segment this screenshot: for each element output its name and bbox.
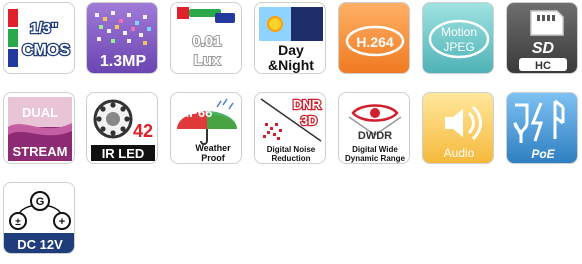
lux-unit-text: Lux (194, 52, 221, 69)
sun-icon (267, 16, 283, 32)
hc-text: HC (535, 60, 551, 72)
motion-text: Motion (441, 25, 477, 39)
ground-text: G (36, 196, 45, 208)
cmos-sensor-badge: 1/3" CMOS (3, 2, 75, 74)
motion-jpeg-badge: Motion JPEG (422, 2, 494, 74)
night-text: &Night (268, 57, 314, 73)
wdr-eye-icon: DWDR Digital Wide Dynamic Range (345, 104, 406, 163)
codec-icon: H.264 (345, 25, 405, 57)
sensor-size-text: 1/3" (30, 20, 58, 37)
ir-led-icon: 42 IR LED (91, 99, 155, 161)
power-bolt-icon (553, 99, 565, 139)
speaker-icon: Audio (444, 105, 482, 160)
noise-reduction-icon: DNR 3D Digital Noise Reduction (260, 96, 323, 163)
megapixel-text: 1.3MP (100, 53, 147, 70)
dual-text: DUAL (22, 105, 58, 120)
poe-icon: PoE (513, 99, 565, 161)
audio-badge: Audio (422, 92, 494, 164)
ip66-badge: IP66 Weather Proof (170, 92, 242, 164)
jpeg-text: JPEG (443, 40, 474, 54)
plus-text: + (59, 216, 65, 228)
low-light-icon: 0.01 Lux (177, 7, 235, 70)
poe-badge: PoE (506, 92, 578, 164)
ir-count-text: 42 (133, 121, 153, 141)
dwdr-badge: DWDR Digital Wide Dynamic Range (338, 92, 410, 164)
dwdr-caption-1: Digital Wide (352, 145, 398, 154)
dnr-caption-1: Digital Noise (267, 145, 316, 154)
sd-card-icon: SD HC (519, 10, 567, 72)
audio-text: Audio (444, 146, 475, 160)
dc-power-icon: G ± + DC 12V (4, 191, 74, 253)
dc-voltage-text: DC 12V (17, 237, 63, 252)
pixel-grid-icon: 1.3MP (95, 11, 151, 70)
ethernet-plug-icon (513, 103, 529, 143)
dnr-3d-text: 3D (301, 113, 318, 128)
dnr-badge: DNR 3D Digital Noise Reduction (254, 92, 326, 164)
proof-text: Proof (201, 153, 226, 163)
umbrella-icon: IP66 Weather Proof (177, 98, 237, 163)
ip-rating-text: IP66 (186, 105, 213, 120)
stream-text: STREAM (13, 144, 68, 159)
sdhc-badge: SD HC (506, 2, 578, 74)
mjpeg-icon: Motion JPEG (428, 19, 490, 59)
sd-text: SD (532, 40, 555, 57)
dnr-text: DNR (293, 97, 322, 112)
dc-12v-badge: G ± + DC 12V (3, 182, 75, 254)
poe-text: PoE (531, 147, 555, 161)
low-lux-badge: 0.01 Lux (170, 2, 242, 74)
dual-stream-icon: DUAL STREAM (8, 97, 72, 161)
h264-badge: H.264 (338, 2, 410, 74)
megapixel-badge: 1.3MP (86, 2, 158, 74)
day-night-badge: Day &Night (254, 2, 326, 74)
dual-stream-badge: DUAL STREAM (3, 92, 75, 164)
lux-value-text: 0.01 (192, 33, 221, 50)
day-text: Day (278, 42, 304, 58)
dnr-caption-2: Reduction (271, 154, 310, 163)
sensor-type-text: CMOS (22, 42, 70, 59)
ir-led-badge: 42 IR LED (86, 92, 158, 164)
cmos-sensor-icon: 1/3" CMOS (8, 9, 72, 67)
dwdr-text: DWDR (358, 130, 392, 142)
weather-text: Weather (195, 143, 231, 153)
codec-text: H.264 (356, 34, 394, 50)
dwdr-caption-2: Dynamic Range (345, 154, 406, 163)
ir-led-text: IR LED (102, 146, 145, 161)
minus-text: ± (15, 217, 21, 228)
day-night-icon: Day &Night (259, 7, 323, 73)
